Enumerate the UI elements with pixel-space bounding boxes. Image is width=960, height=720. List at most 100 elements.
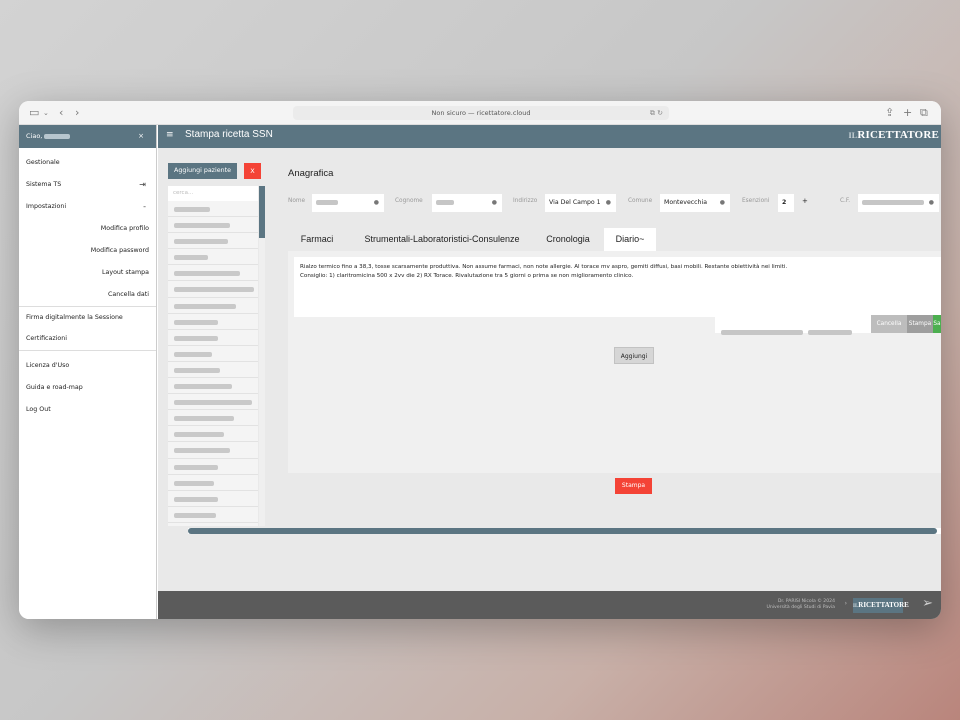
browser-window: ▭ ⌄ ‹ › Non sicuro — ricettatore.cloud ⧉… xyxy=(19,101,941,619)
list-item[interactable] xyxy=(168,346,258,362)
tabs-overview-icon[interactable]: ⧉ xyxy=(920,105,928,121)
footer: Dr. PARISI Nicola © 2024 Università degl… xyxy=(158,591,941,619)
cognome-label: Cognome xyxy=(395,198,423,204)
esenzioni-field[interactable]: 2 xyxy=(778,194,794,212)
tab-strumentali[interactable]: Strumentali-Laboratoristici-Consulenze xyxy=(352,228,532,251)
list-item[interactable] xyxy=(168,362,258,379)
list-item[interactable] xyxy=(168,281,258,298)
list-item[interactable] xyxy=(168,426,258,443)
new-tab-icon[interactable]: + xyxy=(903,105,912,121)
sidebar-subitem-modifica-profilo[interactable]: Modifica profilo xyxy=(19,218,156,240)
list-item[interactable] xyxy=(168,410,258,427)
anagrafica-fields: Nome ● Cognome ● Indirizzo Via Del Campo… xyxy=(288,194,941,212)
patient-list-scrollbar[interactable] xyxy=(259,186,265,526)
cognome-field[interactable]: ● xyxy=(432,194,502,212)
close-icon[interactable]: × xyxy=(138,125,144,148)
nome-field[interactable]: ● xyxy=(312,194,384,212)
print-button[interactable]: Stampa xyxy=(615,478,652,494)
send-icon[interactable]: ➢ xyxy=(922,596,933,611)
diary-entry-text[interactable]: Rialzo termico fino a 38,3, tosse scarsa… xyxy=(294,257,941,317)
page-title: Stampa ricetta SSN xyxy=(185,129,273,140)
list-item[interactable] xyxy=(168,265,258,282)
menu-icon[interactable]: ≡ xyxy=(166,130,174,140)
greeting: Ciao, xyxy=(26,132,43,140)
patient-search-input[interactable]: cerca... xyxy=(168,186,258,201)
list-item[interactable] xyxy=(168,475,258,491)
cf-label: C.F. xyxy=(840,198,851,204)
footer-credit: Dr. PARISI Nicola © 2024 Università degl… xyxy=(766,599,835,610)
section-heading: Anagrafica xyxy=(288,168,334,179)
sidebar-subitem-layout-stampa[interactable]: Layout stampa xyxy=(19,262,156,284)
list-item[interactable] xyxy=(168,298,258,314)
cf-field[interactable]: ● xyxy=(858,194,939,212)
diary-line: Consiglio: 1) claritromicina 500 x 2vv d… xyxy=(300,272,634,279)
address-bar[interactable]: Non sicuro — ricettatore.cloud ⧉ ↻ xyxy=(293,106,669,120)
list-item[interactable] xyxy=(168,459,258,475)
chevron-down-icon[interactable]: ⌄ xyxy=(43,105,49,121)
list-item[interactable] xyxy=(168,394,258,411)
comune-label: Comune xyxy=(628,198,653,204)
app-header: ≡ Stampa ricetta SSN ILRICETTATORE xyxy=(158,125,941,148)
cancel-entry-button[interactable]: Cancella xyxy=(871,315,907,333)
footer-logo-button[interactable]: ILRICETTATORE xyxy=(853,598,909,613)
list-item[interactable] xyxy=(168,330,258,346)
tab-cronologia[interactable]: Cronologia xyxy=(539,228,597,251)
patient-list: cerca... xyxy=(168,186,258,526)
forward-icon[interactable]: › xyxy=(75,105,79,121)
sidebar-item-label: Certificazioni xyxy=(26,335,68,342)
sidebar-subitem-cancella-dati[interactable]: Cancella dati xyxy=(19,284,156,306)
chevron-right-icon: › xyxy=(844,600,847,607)
share-icon[interactable]: ⇪ xyxy=(885,105,894,121)
list-item[interactable] xyxy=(168,442,258,459)
sidebar-item-certificazioni[interactable]: Certificazioni xyxy=(19,328,156,350)
print-entry-button[interactable]: Stampa xyxy=(907,315,933,333)
tab-diario[interactable]: Diario~ xyxy=(604,228,656,251)
close-button[interactable]: X xyxy=(244,163,261,179)
sidebar-item-guida[interactable]: Guida e road-map xyxy=(19,377,156,399)
comune-field[interactable]: Montevecchia ● xyxy=(660,194,730,212)
sidebar-item-label: Impostazioni xyxy=(26,203,67,210)
login-icon: ⇥ xyxy=(139,180,146,189)
tab-farmaci[interactable]: Farmaci xyxy=(290,228,344,251)
sidebar-item-licenza[interactable]: Licenza d'Uso xyxy=(19,355,156,377)
horizontal-scrollbar[interactable] xyxy=(188,528,941,534)
save-entry-button[interactable]: Sa xyxy=(933,315,941,333)
sidebar-header: Ciao, × xyxy=(19,125,156,148)
sidebar-item-logout[interactable]: Log Out xyxy=(19,399,156,421)
sidebar-item-label: Gestionale xyxy=(26,159,60,166)
app-logo: ILRICETTATORE xyxy=(848,129,939,141)
diary-panel: Rialzo termico fino a 38,3, tosse scarsa… xyxy=(288,251,941,473)
list-item[interactable] xyxy=(168,491,258,507)
list-item[interactable] xyxy=(168,378,258,395)
sidebar-item-label: Log Out xyxy=(26,406,51,413)
add-entry-button[interactable]: Aggiungi xyxy=(614,347,654,364)
sidebar-item-label: Sistema TS xyxy=(26,181,62,188)
user-name-blurred xyxy=(44,133,71,139)
sidebar-item-impostazioni[interactable]: Impostazioni - xyxy=(19,196,156,218)
list-item[interactable] xyxy=(168,507,258,523)
browser-toolbar: ▭ ⌄ ‹ › Non sicuro — ricettatore.cloud ⧉… xyxy=(19,101,941,125)
list-item[interactable] xyxy=(168,233,258,250)
indirizzo-field[interactable]: Via Del Campo 1 ● xyxy=(545,194,616,212)
reload-icon[interactable]: ⧉ ↻ xyxy=(650,106,663,120)
sidebar-item-gestionale[interactable]: Gestionale xyxy=(19,152,156,174)
list-item[interactable] xyxy=(168,217,258,234)
add-esenzione-button[interactable]: + xyxy=(802,197,808,205)
url-text: Non sicuro — ricettatore.cloud xyxy=(431,109,531,117)
sidebar-item-firma[interactable]: Firma digitalmente la Sessione xyxy=(19,306,156,328)
list-item[interactable] xyxy=(168,201,258,218)
main-content: Aggiungi paziente X cerca... Anagrafica … xyxy=(158,148,941,591)
sidebar-subitem-modifica-password[interactable]: Modifica password xyxy=(19,240,156,262)
esenzioni-label: Esenzioni xyxy=(742,198,770,204)
sidebar-toggle-icon[interactable]: ▭ xyxy=(29,105,39,121)
list-item[interactable] xyxy=(168,249,258,266)
add-patient-button[interactable]: Aggiungi paziente xyxy=(168,163,237,179)
back-icon[interactable]: ‹ xyxy=(59,105,63,121)
sidebar-item-label: Licenza d'Uso xyxy=(26,362,70,369)
sidebar-item-label: Guida e road-map xyxy=(26,384,83,391)
diary-entry-toolbar: Cancella Stampa Sa xyxy=(715,315,941,335)
entry-meta-blurred xyxy=(721,322,853,341)
list-item[interactable] xyxy=(168,314,258,330)
nome-label: Nome xyxy=(288,198,306,204)
sidebar-item-sistema-ts[interactable]: Sistema TS ⇥ xyxy=(19,174,156,196)
